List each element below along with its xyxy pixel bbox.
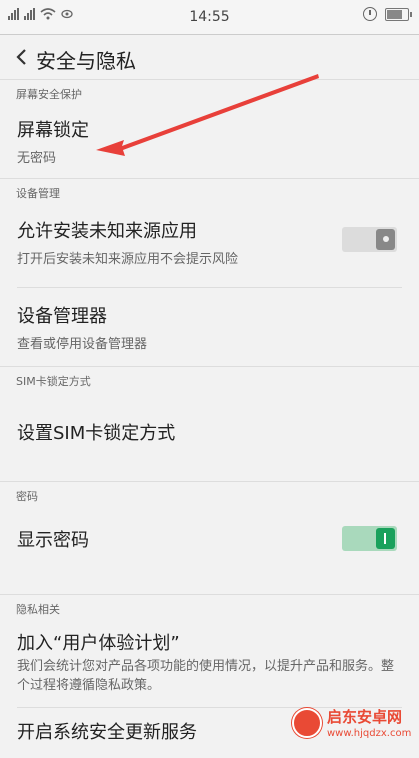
set-sim-lock-title: 设置SIM卡锁定方式 (17, 423, 176, 444)
section-header-device-management: 设备管理 (0, 178, 419, 203)
watermark-name: 启东安卓网 (327, 708, 403, 726)
alarm-icon (363, 7, 377, 21)
status-icons-right (363, 7, 412, 21)
unknown-sources-toggle[interactable] (342, 227, 397, 252)
battery-icon (385, 7, 412, 21)
show-password-item[interactable]: 显示密码 (0, 508, 419, 594)
ux-plan-item[interactable]: 加入“用户体验计划” 我们会统计您对产品各项功能的使用情况，以提升产品和服务。整… (0, 621, 419, 707)
watermark-url: www.hjqdzx.com (327, 728, 412, 739)
screen-lock-item[interactable]: 屏幕锁定 无密码 (0, 106, 419, 178)
back-arrow-icon[interactable] (12, 44, 36, 70)
page-title: 安全与隐私 (36, 49, 136, 73)
status-bar: 14:55 (0, 0, 419, 35)
status-time: 14:55 (189, 9, 230, 25)
screen-lock-subtitle: 无密码 (17, 151, 57, 166)
toggle-knob (376, 528, 395, 549)
device-admin-item[interactable]: 设备管理器 查看或停用设备管理器 (0, 288, 419, 366)
set-sim-lock-item[interactable]: 设置SIM卡锁定方式 (0, 393, 419, 481)
show-password-toggle[interactable] (342, 526, 397, 551)
section-header-privacy: 隐私相关 (0, 594, 419, 621)
title-bar: 安全与隐私 (0, 35, 419, 79)
ux-plan-title: 加入“用户体验计划” (17, 633, 180, 654)
toggle-knob (376, 229, 395, 250)
section-header-sim-lock: SIM卡锁定方式 (0, 366, 419, 393)
unknown-sources-item[interactable]: 允许安装未知来源应用 打开后安装未知来源应用不会提示风险 (0, 203, 419, 287)
watermark: 启东安卓网 www.hjqdzx.com (292, 706, 411, 739)
section-header-screen-protect: 屏幕安全保护 (0, 79, 419, 106)
section-header-password: 密码 (0, 481, 419, 508)
screen-lock-title: 屏幕锁定 (17, 120, 89, 141)
watermark-logo-icon (292, 707, 322, 738)
device-admin-subtitle: 查看或停用设备管理器 (17, 337, 148, 352)
device-admin-title: 设备管理器 (17, 306, 107, 327)
ux-plan-subtitle: 我们会统计您对产品各项功能的使用情况，以提升产品和服务。整个过程将遵循隐私政策。 (17, 659, 395, 693)
